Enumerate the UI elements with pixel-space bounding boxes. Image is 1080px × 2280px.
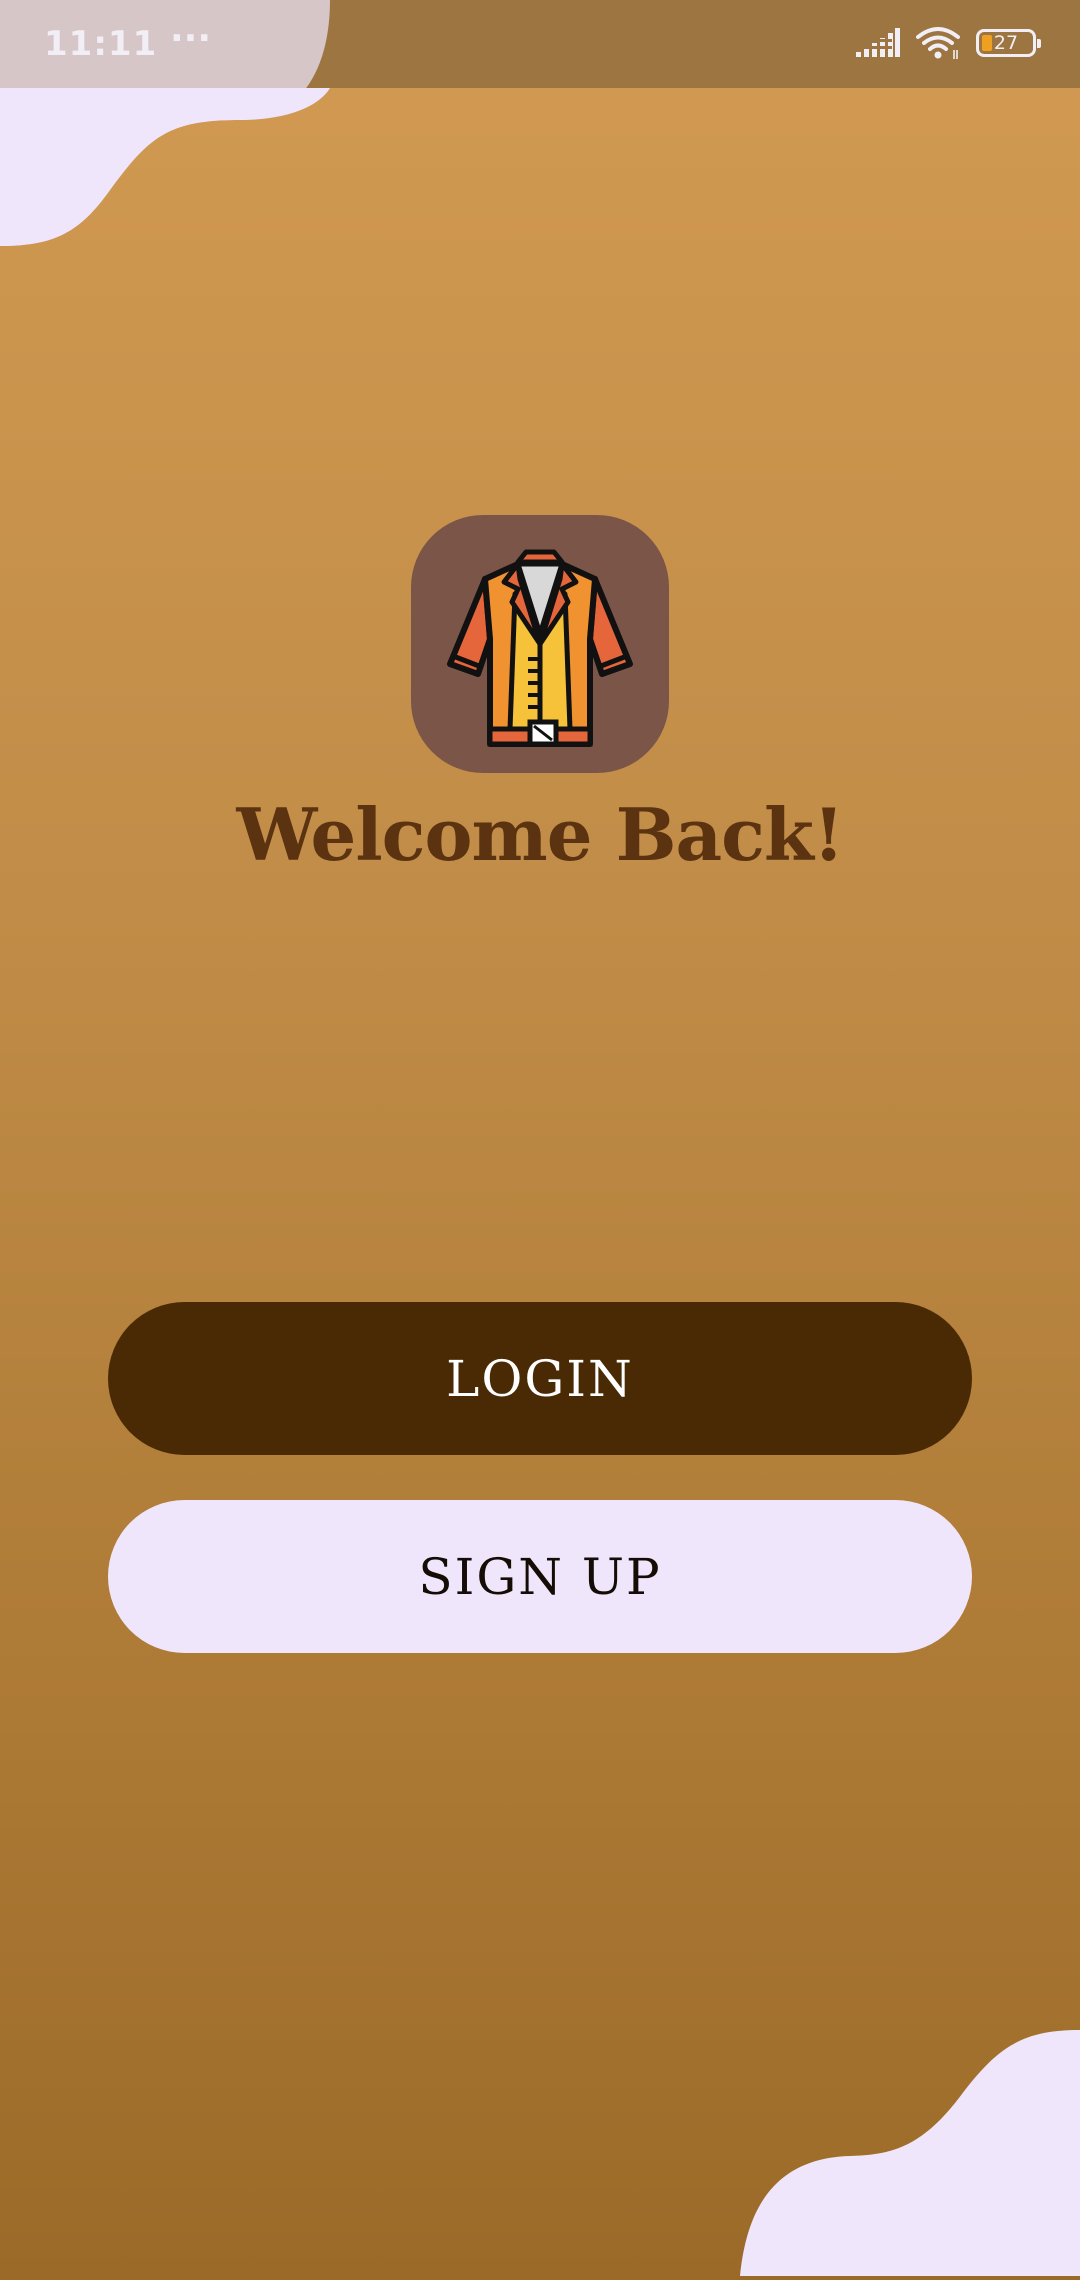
welcome-title: Welcome Back!: [236, 792, 845, 877]
battery-icon: 27: [976, 29, 1041, 57]
jacket-icon: [447, 549, 633, 747]
status-time: 11:11: [44, 24, 158, 64]
app-logo: [411, 515, 669, 773]
signup-button[interactable]: SIGN UP: [108, 1500, 972, 1653]
wifi-icon: [916, 27, 960, 59]
status-indicators: 27: [856, 26, 1041, 60]
battery-fill: [982, 35, 992, 51]
status-more-dots: ···: [170, 18, 212, 59]
login-button[interactable]: LOGIN: [108, 1302, 972, 1455]
signal-icon: [856, 28, 900, 57]
battery-level: 27: [993, 32, 1019, 54]
bottom-right-blob: [740, 2030, 1080, 2276]
